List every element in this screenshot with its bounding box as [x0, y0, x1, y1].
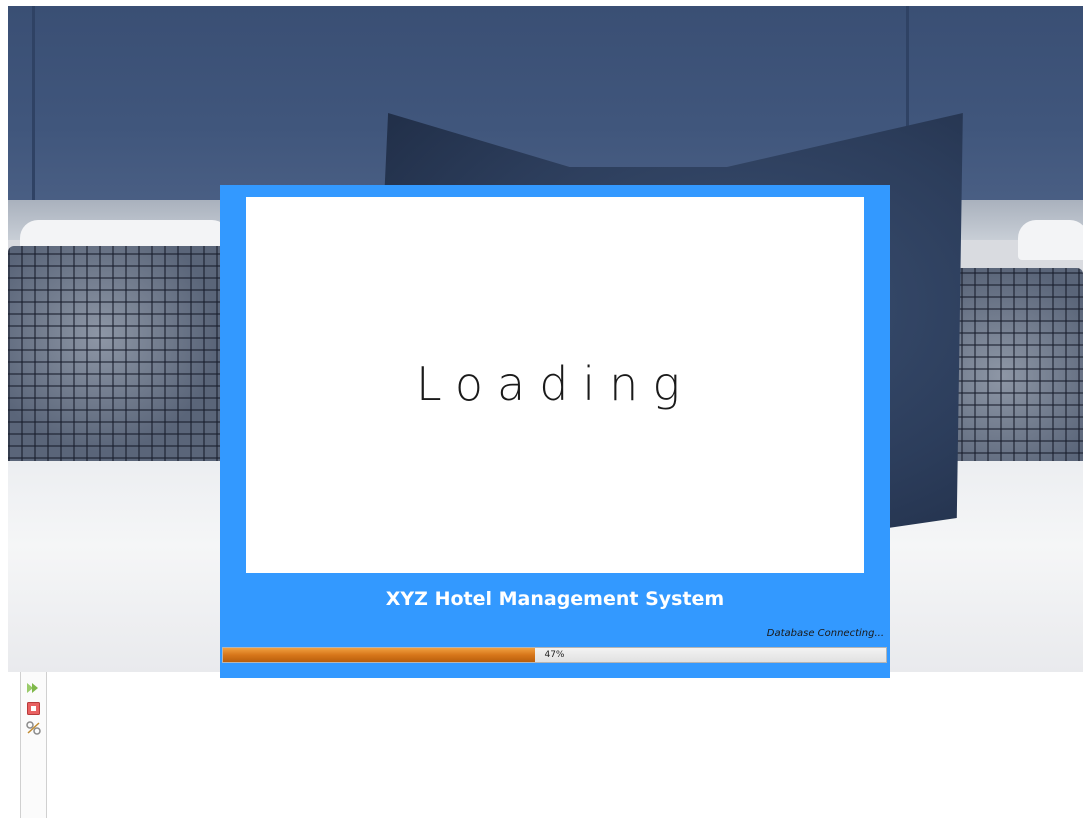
textured-cushion	[8, 246, 238, 471]
status-text: Database Connecting...	[766, 628, 884, 639]
white-pillow	[1018, 220, 1083, 260]
side-toolbar	[20, 672, 47, 818]
progress-bar: 47%	[222, 647, 887, 663]
app-title: XYZ Hotel Management System	[385, 588, 725, 610]
stop-icon[interactable]	[25, 700, 41, 716]
loading-text: Loading	[416, 357, 694, 411]
splash-window: Loading XYZ Hotel Management System Data…	[220, 185, 890, 678]
splash-content-panel: Loading	[246, 197, 864, 573]
progress-label: 47%	[544, 650, 565, 660]
run-icon[interactable]	[25, 680, 41, 696]
tools-icon[interactable]	[25, 720, 41, 736]
headboard-seam	[32, 6, 35, 206]
